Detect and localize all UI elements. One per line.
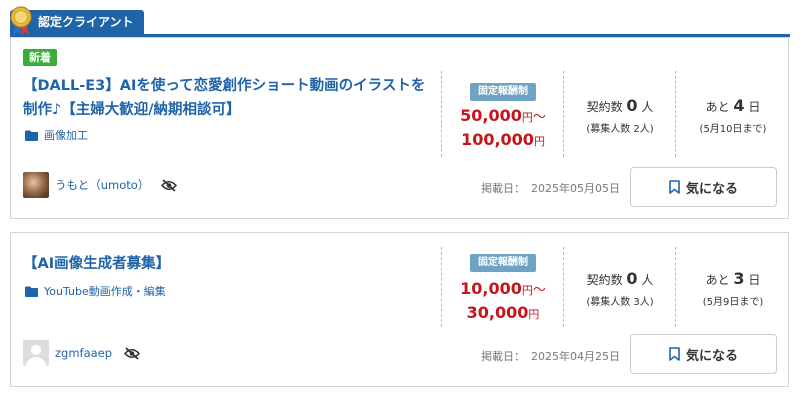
job-card: 新着 【DALL-E3】AIを使って恋愛創作ショート動画のイラストを制作♪【主婦… — [10, 37, 789, 219]
bookmark-icon — [669, 180, 680, 194]
deadline-box: あと 4 日 (5月10日まで) — [677, 96, 789, 135]
section-title: 認定クライアント — [38, 15, 134, 29]
posted-date: 掲載日： 2025年04月25日 — [481, 350, 620, 363]
job-category[interactable]: YouTube動画作成・編集 — [25, 283, 166, 299]
price-box: 固定報酬制 10,000円～ 30,000円 — [443, 250, 563, 326]
price-range-min: 10,000円～ — [460, 279, 546, 298]
category-label: 画像加工 — [44, 129, 88, 142]
section-title-tab: 認定クライアント — [10, 6, 144, 35]
medal-icon — [10, 6, 32, 35]
bookmark-icon — [669, 347, 680, 361]
fixed-price-label: 固定報酬制 — [470, 83, 536, 101]
price-range-max: 100,000円 — [461, 130, 545, 149]
days-left: あと 3 日 — [705, 269, 761, 288]
job-card: 【AI画像生成者募集】 YouTube動画作成・編集 固定報酬制 10,000円… — [10, 232, 789, 387]
folder-icon — [25, 130, 38, 141]
posted-date: 掲載日： 2025年05月05日 — [481, 182, 620, 195]
divider — [563, 71, 564, 157]
recruit-count: (募集人数 2人) — [586, 124, 654, 135]
contracts-box: 契約数 0 人 (募集人数 2人) — [565, 96, 675, 135]
client-name-link[interactable]: zgmfaaep — [55, 346, 112, 360]
deadline-date: (5月10日まで) — [699, 124, 767, 135]
divider — [675, 247, 676, 327]
avatar[interactable] — [23, 172, 49, 198]
client-info: zgmfaaep — [23, 340, 141, 366]
category-label: YouTube動画作成・編集 — [44, 285, 166, 298]
watch-button[interactable]: 気になる — [630, 167, 777, 207]
client-info: うもと（umoto） — [23, 172, 178, 198]
job-title-link[interactable]: 【DALL-E3】AIを使って恋愛創作ショート動画のイラストを制作♪【主婦大歓迎… — [23, 74, 433, 122]
watch-button-label: 気になる — [685, 181, 738, 197]
deadline-date: (5月9日まで) — [702, 297, 764, 308]
divider — [441, 71, 442, 157]
contract-count: 契約数 0 人 — [586, 269, 654, 288]
client-name-link[interactable]: うもと（umoto） — [55, 177, 149, 193]
new-badge: 新着 — [23, 49, 57, 66]
divider — [441, 247, 442, 327]
contract-count: 契約数 0 人 — [586, 96, 654, 115]
contracts-box: 契約数 0 人 (募集人数 3人) — [565, 269, 675, 308]
watch-button-label: 気になる — [685, 348, 738, 364]
price-range-min: 50,000円～ — [460, 106, 546, 125]
eye-slash-icon — [161, 178, 178, 192]
divider — [675, 71, 676, 157]
job-title-link[interactable]: 【AI画像生成者募集】 — [23, 252, 433, 276]
eye-slash-icon — [124, 346, 141, 360]
job-category[interactable]: 画像加工 — [25, 127, 88, 143]
deadline-box: あと 3 日 (5月9日まで) — [677, 269, 789, 308]
price-range-max: 30,000円 — [466, 303, 540, 322]
watch-button[interactable]: 気になる — [630, 334, 777, 374]
avatar[interactable] — [23, 340, 49, 366]
divider — [563, 247, 564, 327]
folder-icon — [25, 286, 38, 297]
fixed-price-label: 固定報酬制 — [470, 254, 536, 272]
days-left: あと 4 日 — [705, 96, 761, 115]
recruit-count: (募集人数 3人) — [586, 297, 654, 308]
section-header: 認定クライアント — [10, 6, 790, 37]
price-box: 固定報酬制 50,000円～ 100,000円 — [443, 79, 563, 153]
